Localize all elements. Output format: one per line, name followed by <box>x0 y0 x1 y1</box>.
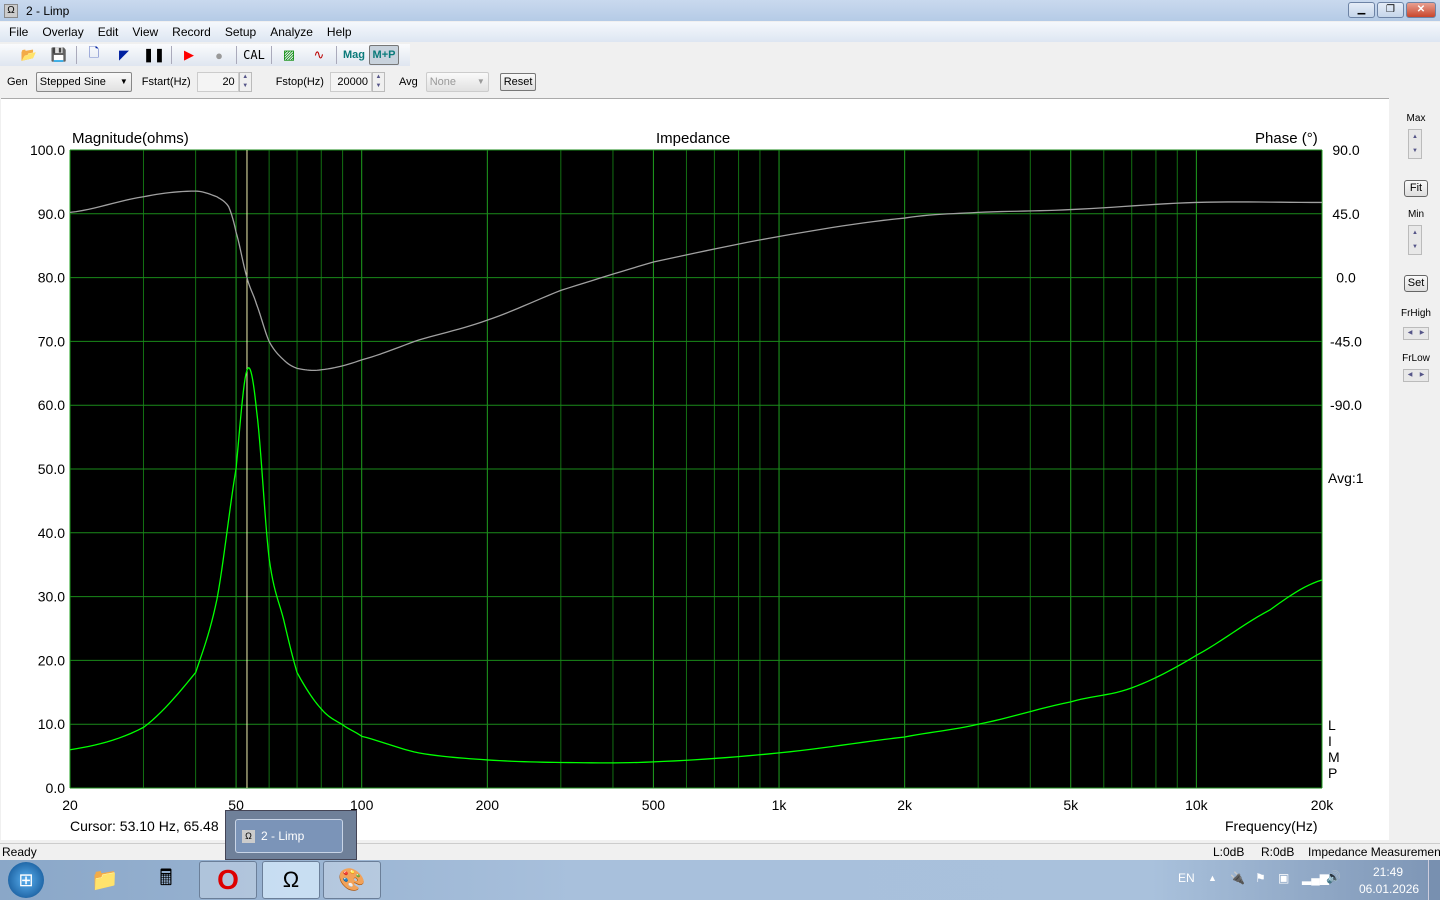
x-axis-label: Frequency(Hz) <box>1225 818 1318 834</box>
avg-text: Avg:1 <box>1328 470 1364 486</box>
x-tick-label: 1k <box>772 797 788 813</box>
max-spinner[interactable]: ▲ ▼ <box>1408 129 1422 159</box>
max-label: Max <box>1406 113 1426 124</box>
x-tick-label: 20k <box>1311 797 1335 813</box>
min-spinner[interactable]: ▲ ▼ <box>1408 225 1422 255</box>
status-mode: Impedance Measuremen <box>1308 845 1440 859</box>
x-tick-label: 2k <box>897 797 913 813</box>
side-letter: L <box>1328 717 1336 733</box>
status-ready: Ready <box>2 845 37 859</box>
x-tick-label: 200 <box>476 797 500 813</box>
thumbnail-item[interactable]: Ω 2 - Limp <box>235 819 343 853</box>
paint-icon[interactable]: 🎨 <box>323 861 381 899</box>
set-button[interactable]: Set <box>1404 275 1428 292</box>
frlow-label: FrLow <box>1402 353 1430 364</box>
y-tick-label: 70.0 <box>38 333 65 349</box>
flag-icon[interactable]: ⚑ <box>1255 871 1266 885</box>
y-tick-label: 0.0 <box>46 780 66 796</box>
y-tick-label: 10.0 <box>38 716 65 732</box>
y-tick-label: 50.0 <box>38 461 65 477</box>
frlow-spinner[interactable]: ◀ ▶ <box>1403 369 1429 382</box>
status-right-level: R:0dB <box>1261 845 1295 859</box>
status-left-level: L:0dB <box>1213 845 1245 859</box>
impedance-chart[interactable]: 0.0 10.0 20.0 30.0 40.0 50.0 60.0 70.0 80.0 90.0 1… <box>0 0 1440 860</box>
calculator-icon[interactable]: 🖩 <box>137 861 195 899</box>
side-letters: L I M P <box>1328 717 1342 781</box>
x-tick-label: 500 <box>642 797 666 813</box>
explorer-icon[interactable]: 📁 <box>76 861 134 899</box>
language-indicator[interactable]: EN <box>1178 871 1195 885</box>
start-button[interactable]: ⊞ <box>8 862 44 898</box>
y2-tick-label: -90.0 <box>1330 397 1362 413</box>
y-tick-label: 60.0 <box>38 397 65 413</box>
fit-button[interactable]: Fit <box>1404 180 1428 197</box>
x-tick-label: 5k <box>1063 797 1079 813</box>
omega-icon: Ω <box>242 829 255 843</box>
scale-panel: Max ▲ ▼ Fit Min ▲ ▼ Set FrHigh ◀ ▶ FrLow ◀ ▶ <box>1392 98 1440 840</box>
side-letter: M <box>1328 749 1340 765</box>
show-desktop-button[interactable] <box>1428 860 1440 900</box>
thumbnail-label: 2 - Limp <box>261 829 305 843</box>
volume-icon[interactable]: 🔊 <box>1326 870 1341 884</box>
y-tick-label: 30.0 <box>38 589 65 605</box>
network-icon[interactable]: ▂▄▆ <box>1302 871 1329 885</box>
x-tick-label: 20 <box>62 797 78 813</box>
tray-expand-icon[interactable]: ▲ <box>1208 873 1217 883</box>
cursor-readout: Cursor: 53.10 Hz, 65.48 <box>70 818 219 834</box>
power-icon[interactable]: ▣ <box>1278 871 1289 885</box>
y-tick-label: 80.0 <box>38 270 65 286</box>
clock-time[interactable]: 21:49 <box>1373 865 1403 879</box>
limp-task-icon[interactable]: Ω <box>262 861 320 899</box>
y2-tick-label: -45.0 <box>1330 333 1362 349</box>
chart-title: Impedance <box>656 130 731 147</box>
frhigh-label: FrHigh <box>1400 308 1431 319</box>
security-icon[interactable]: 🔌 <box>1230 871 1245 885</box>
y2-tick-label: 0.0 <box>1336 270 1356 286</box>
frhigh-spinner[interactable]: ◀ ▶ <box>1403 327 1429 340</box>
min-label: Min <box>1407 209 1425 220</box>
y-tick-label: 90.0 <box>38 206 65 222</box>
x-tick-label: 10k <box>1185 797 1209 813</box>
taskbar-thumbnail-popup[interactable]: Ω 2 - Limp <box>225 810 357 860</box>
y-tick-label: 20.0 <box>38 652 65 668</box>
y-tick-label: 100.0 <box>30 142 65 158</box>
y-tick-label: 40.0 <box>38 525 65 541</box>
y-axis-label: Magnitude(ohms) <box>72 130 189 147</box>
side-letter: I <box>1328 733 1332 749</box>
y2-tick-label: 90.0 <box>1332 142 1359 158</box>
status-bar: Ready L:0dB R:0dB Impedance Measuremen <box>0 843 1440 860</box>
taskbar: ⊞ 📁 🖩 O Ω 🎨 EN ▲ 🔌 ⚑ ▣ ▂▄▆ 🔊 21:49 06.01… <box>0 860 1440 900</box>
y2-axis-label: Phase (°) <box>1255 130 1318 147</box>
clock-date[interactable]: 06.01.2026 <box>1359 882 1419 896</box>
y2-tick-label: 45.0 <box>1332 206 1359 222</box>
side-letter: P <box>1328 765 1338 781</box>
opera-icon[interactable]: O <box>199 861 257 899</box>
